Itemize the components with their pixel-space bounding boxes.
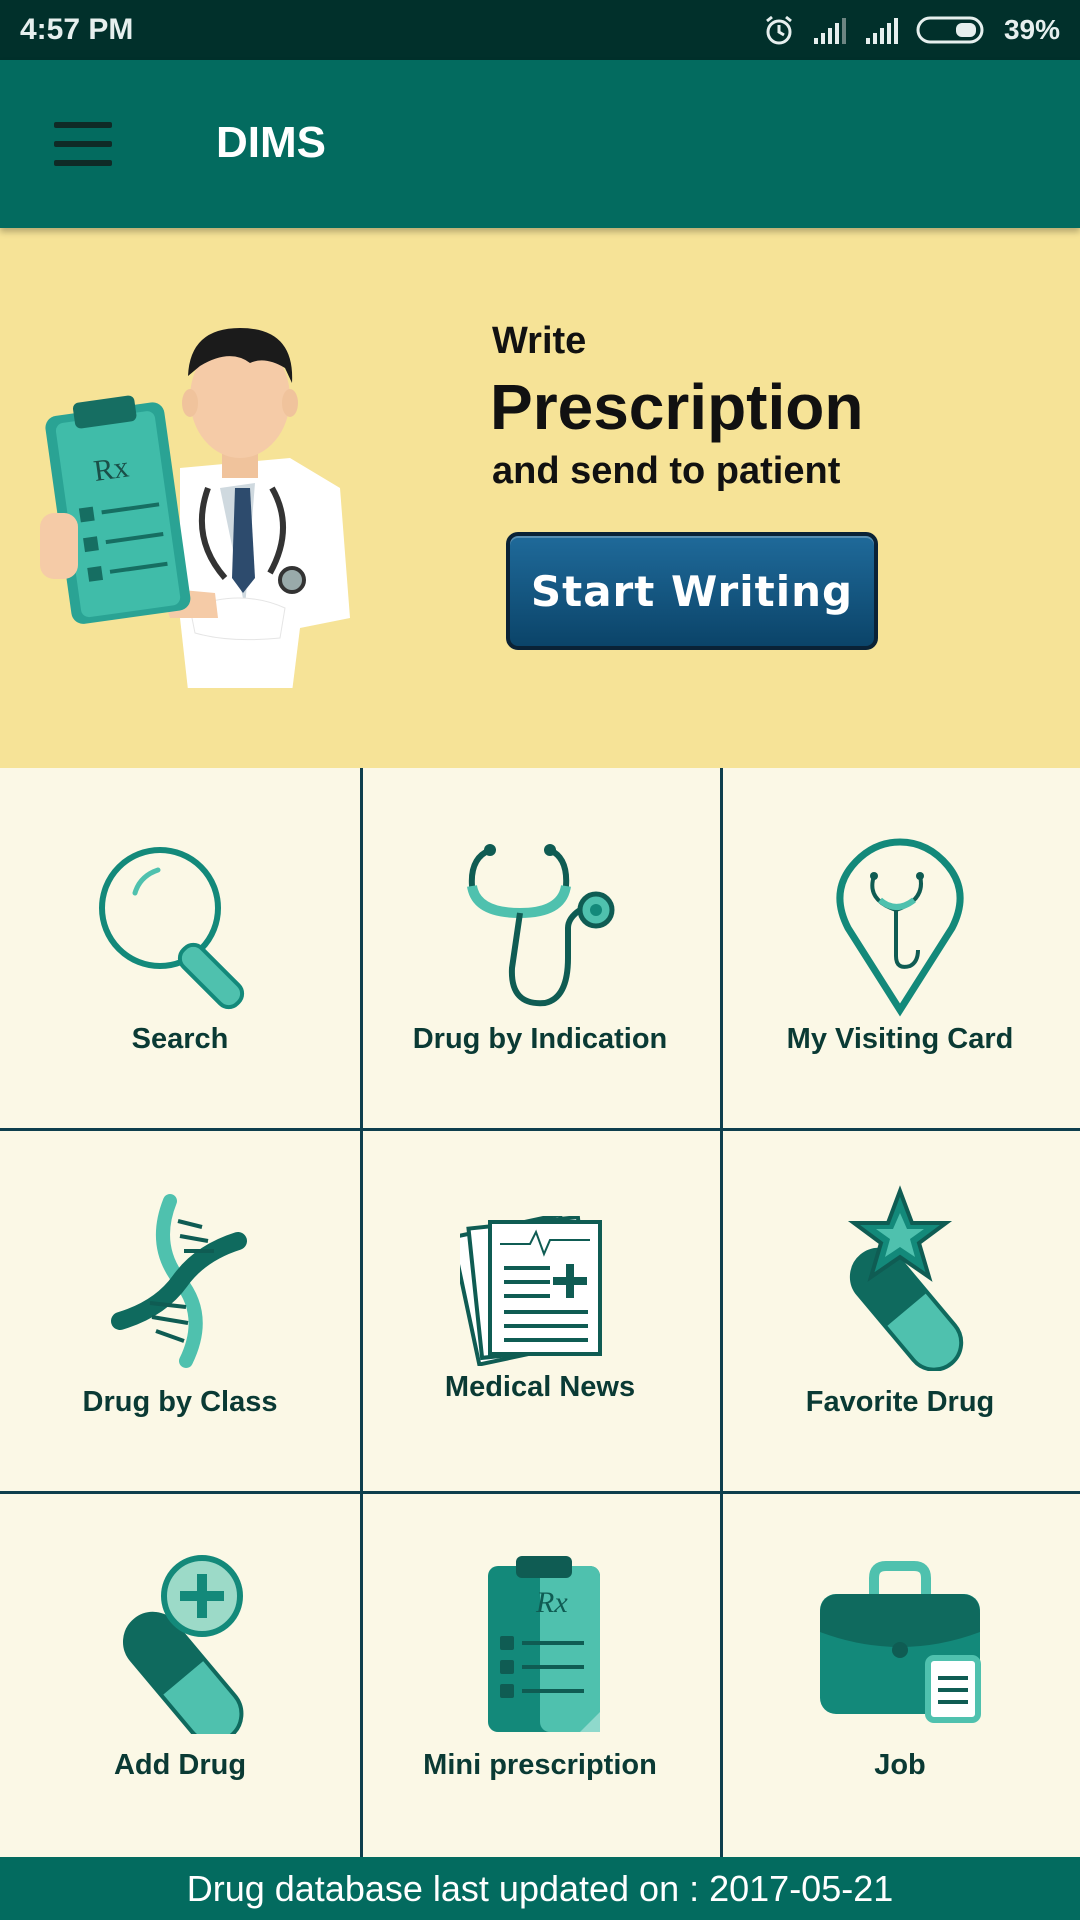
alarm-icon — [762, 13, 796, 47]
database-update-footer: Drug database last updated on : 2017-05-… — [0, 1857, 1080, 1920]
star-pill-icon — [720, 1181, 1080, 1371]
grid-item-label: Job — [874, 1749, 926, 1781]
feature-grid: Search Drug by Indication My Visiting Ca… — [0, 768, 1080, 1857]
battery-icon — [916, 15, 988, 45]
stethoscope-icon — [360, 838, 720, 1018]
grid-item-favorite-drug[interactable]: Favorite Drug — [720, 1131, 1080, 1494]
grid-item-add-drug[interactable]: Add Drug — [0, 1494, 360, 1857]
footer-text: Drug database last updated on : 2017-05-… — [186, 1867, 894, 1909]
signal-icon — [864, 16, 900, 44]
status-icons: 39% — [762, 13, 1060, 47]
grid-item-my-visiting-card[interactable]: My Visiting Card — [720, 768, 1080, 1131]
banner-subtitle: and send to patient — [492, 450, 841, 492]
grid-divider — [0, 1491, 1080, 1494]
grid-item-drug-by-class[interactable]: Drug by Class — [0, 1131, 360, 1494]
clipboard-rx-icon: Rx — [360, 1554, 720, 1734]
grid-divider — [360, 768, 363, 1857]
grid-item-label: Add Drug — [113, 1749, 247, 1781]
grid-item-label: My Visiting Card — [786, 1023, 1014, 1055]
start-writing-button[interactable]: Start Writing — [506, 532, 878, 650]
briefcase-icon — [720, 1554, 1080, 1734]
doctor-holding-prescription-icon: Rx — [40, 288, 440, 708]
location-stethoscope-icon — [720, 838, 1080, 1018]
status-bar: 4:57 PM 39% — [0, 0, 1080, 60]
battery-level: 39% — [1003, 14, 1060, 45]
grid-item-label: Medical News — [444, 1371, 636, 1403]
banner-write-text: Write — [492, 320, 587, 362]
search-icon — [0, 838, 360, 1018]
status-time: 4:57 PM — [20, 13, 134, 46]
prescription-banner[interactable]: Rx Write Prescription and send to patien… — [0, 228, 1080, 768]
grid-item-label: Favorite Drug — [805, 1386, 995, 1418]
grid-item-label: Drug by Indication — [412, 1023, 668, 1055]
news-document-icon — [360, 1216, 720, 1366]
grid-divider — [720, 768, 723, 1857]
grid-item-drug-by-indication[interactable]: Drug by Indication — [360, 768, 720, 1131]
add-pill-icon — [0, 1554, 360, 1734]
app-title: DIMS — [216, 118, 326, 167]
svg-text:Rx: Rx — [92, 450, 131, 488]
dna-icon — [0, 1191, 360, 1371]
grid-item-mini-prescription[interactable]: Rx Mini prescription — [360, 1494, 720, 1857]
grid-item-job[interactable]: Job — [720, 1494, 1080, 1857]
grid-divider — [0, 1128, 1080, 1131]
grid-item-search[interactable]: Search — [0, 768, 360, 1131]
grid-item-medical-news[interactable]: Medical News — [360, 1131, 720, 1494]
app-bar: DIMS — [0, 60, 1080, 228]
signal-icon — [812, 16, 848, 44]
svg-text:Rx: Rx — [535, 1586, 568, 1619]
grid-item-label: Drug by Class — [82, 1386, 278, 1418]
banner-prescription-text: Prescription — [490, 371, 864, 443]
grid-item-label: Mini prescription — [423, 1749, 657, 1781]
grid-item-label: Search — [131, 1023, 229, 1055]
hamburger-menu-icon[interactable] — [54, 122, 112, 166]
